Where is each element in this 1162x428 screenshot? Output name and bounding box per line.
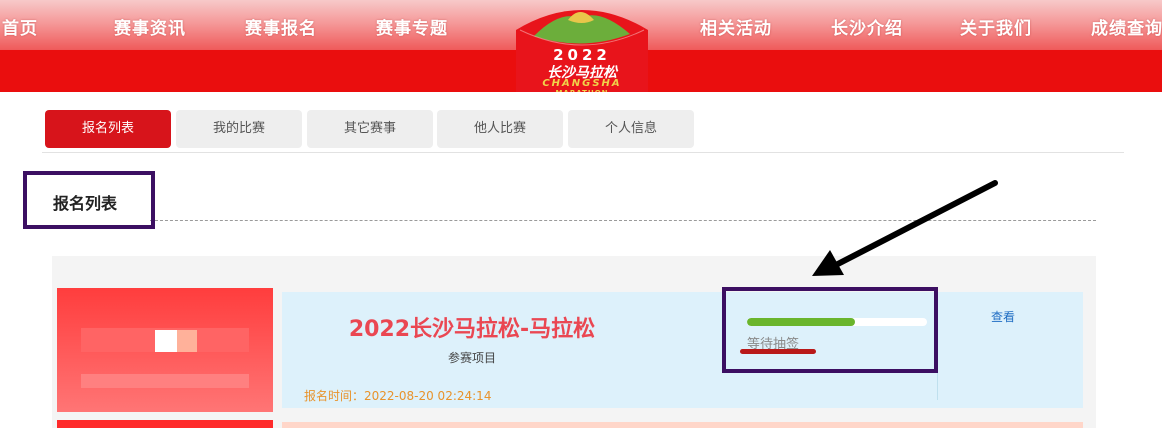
event-thumbnail[interactable]	[57, 288, 273, 412]
event-subtitle: 参赛项目	[447, 351, 496, 365]
nav-about-changsha[interactable]: 长沙介绍	[831, 14, 903, 39]
nav-activities[interactable]: 相关活动	[700, 14, 772, 39]
nav-results[interactable]: 成绩查询	[1091, 14, 1162, 39]
thumbnail-mark	[155, 330, 177, 352]
tab-others-races[interactable]: 他人比赛	[437, 110, 563, 148]
tab-divider	[42, 152, 1124, 153]
next-row-card	[282, 422, 1083, 428]
nav-about-us[interactable]: 关于我们	[960, 14, 1032, 39]
registration-time: 报名时间：2022-08-20 02:24:14	[304, 389, 492, 403]
tab-other-races[interactable]: 其它赛事	[307, 110, 433, 148]
logo-name-en: CHANGSHA	[542, 78, 622, 89]
nav-news[interactable]: 赛事资讯	[114, 14, 186, 39]
tab-my-races[interactable]: 我的比赛	[176, 110, 302, 148]
nav-home[interactable]: 首页	[2, 14, 38, 39]
registration-card: 2022长沙马拉松-马拉松 参赛项目 报名时间：2022-08-20 02:24…	[282, 292, 1083, 408]
event-title[interactable]: 2022长沙马拉松-马拉松	[282, 311, 662, 343]
annotation-box-title	[23, 171, 155, 229]
next-row-thumbnail	[57, 420, 273, 428]
tab-registration-list[interactable]: 报名列表	[45, 110, 171, 148]
annotation-box-status	[722, 287, 938, 373]
nav-topics[interactable]: 赛事专题	[376, 14, 448, 39]
section-rule	[150, 220, 1096, 221]
thumbnail-blur-strip-2	[81, 374, 249, 388]
nav-registration[interactable]: 赛事报名	[245, 14, 317, 39]
thumbnail-mark-2	[177, 330, 197, 352]
view-link[interactable]: 查看	[978, 308, 1028, 325]
tab-personal-info[interactable]: 个人信息	[568, 110, 694, 148]
